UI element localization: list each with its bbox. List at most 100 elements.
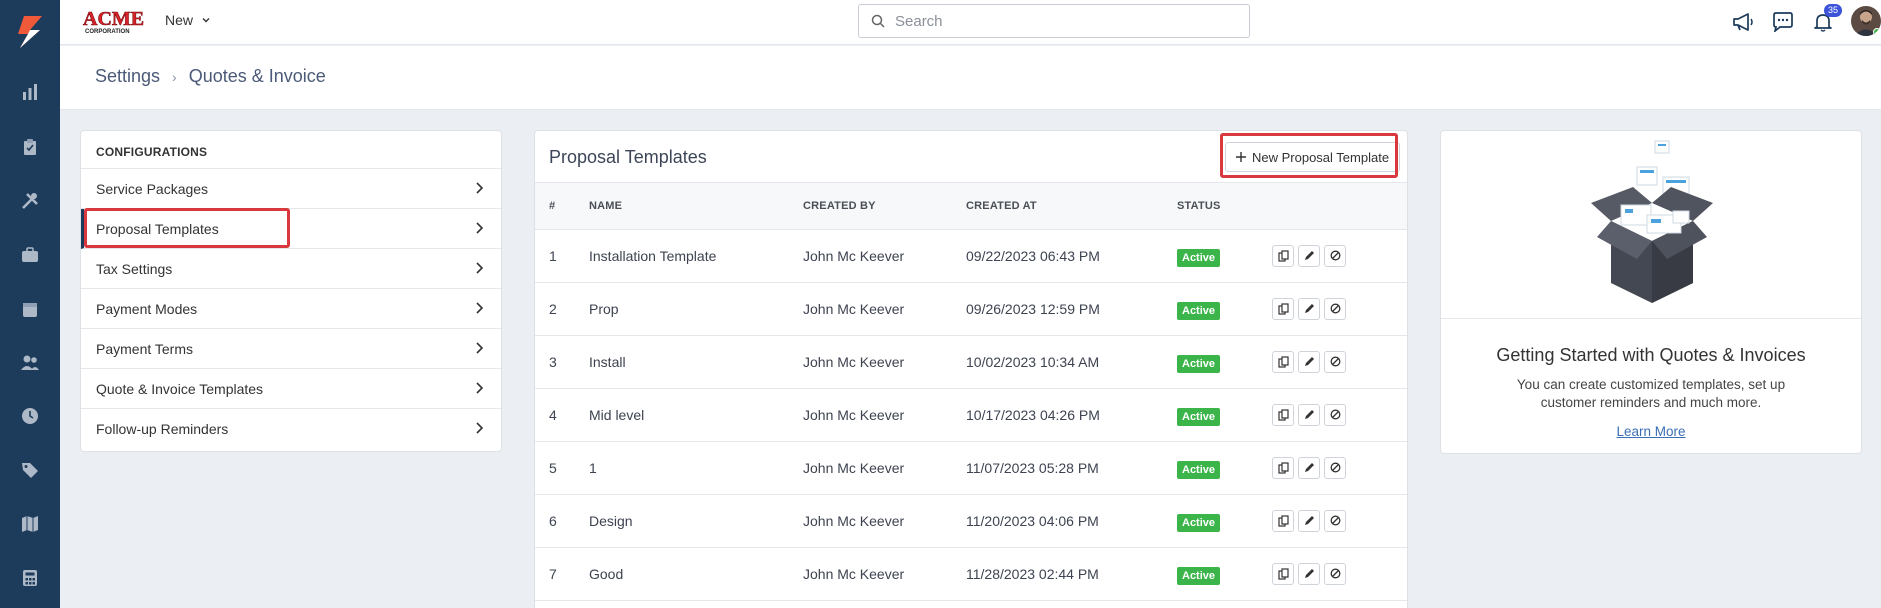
row-number: 3 [549, 353, 557, 370]
search-input[interactable] [895, 12, 1225, 30]
ban-icon [1330, 250, 1340, 261]
configurations-panel: CONFIGURATIONS Service Packages Proposal … [80, 130, 502, 452]
col-header-status[interactable]: STATUS [1177, 183, 1272, 229]
duplicate-button[interactable] [1272, 297, 1294, 320]
config-item-label: Payment Modes [96, 300, 198, 317]
pencil-icon [1304, 251, 1314, 260]
briefcase-icon[interactable] [18, 243, 42, 267]
col-header-name[interactable]: NAME [589, 183, 803, 229]
getting-started-title: Getting Started with Quotes & Invoices [1496, 345, 1806, 365]
config-item-tax-settings[interactable]: Tax Settings [81, 249, 501, 289]
tag-icon[interactable] [18, 458, 42, 482]
config-item-label: Proposal Templates [96, 220, 219, 237]
configurations-heading: CONFIGURATIONS [81, 131, 501, 169]
dashboard-chart-icon[interactable] [18, 80, 42, 104]
duplicate-button[interactable] [1272, 403, 1294, 426]
edit-button[interactable] [1298, 456, 1320, 479]
config-item-label: Quote & Invoice Templates [96, 380, 264, 397]
calendar-icon[interactable] [18, 297, 42, 321]
breadcrumb: Settings › Quotes & Invoice [95, 66, 326, 87]
pencil-icon [1304, 304, 1314, 313]
map-icon[interactable] [18, 512, 42, 536]
template-name[interactable]: Prop [589, 282, 803, 335]
getting-started-description: You can create customized templates, set… [1516, 377, 1786, 410]
template-name[interactable]: Good [589, 547, 803, 600]
clipboard-check-icon[interactable] [18, 135, 42, 159]
created-at: 11/28/2023 02:44 PM [966, 565, 1099, 582]
template-name[interactable]: 1 [589, 441, 803, 494]
megaphone-icon[interactable] [1730, 9, 1756, 35]
template-name[interactable]: Mid level [589, 388, 803, 441]
copy-icon [1277, 302, 1289, 315]
bell-icon[interactable]: 35 [1810, 4, 1842, 35]
configurations-list: Service Packages Proposal Templates Tax Se… [81, 169, 501, 449]
disable-button[interactable] [1324, 403, 1346, 426]
config-item-payment-modes[interactable]: Payment Modes [81, 289, 501, 329]
open-box-illustration [1441, 131, 1861, 319]
config-item-quote-invoice-templates[interactable]: Quote & Invoice Templates [81, 369, 501, 409]
col-header-created-at[interactable]: CREATED AT [966, 183, 1177, 229]
edit-button[interactable] [1298, 562, 1320, 585]
users-icon[interactable] [18, 350, 42, 374]
proposal-templates-panel: Proposal Templates New Proposal Template… [534, 130, 1408, 608]
table-row: 1 Installation Template John Mc Keever 09/2… [535, 229, 1407, 282]
templates-title: Proposal Templates [549, 147, 707, 167]
col-header-actions [1272, 183, 1407, 229]
disable-button[interactable] [1324, 509, 1346, 532]
duplicate-button[interactable] [1272, 456, 1294, 479]
page-title: Quotes & Invoice [188, 66, 326, 86]
template-name[interactable]: Install [589, 335, 803, 388]
config-item-label: Follow-up Reminders [96, 421, 229, 437]
copy-icon [1277, 567, 1289, 580]
chevron-right-icon [476, 422, 484, 434]
config-item-service-packages[interactable]: Service Packages [81, 169, 501, 209]
status-badge: Active [1177, 354, 1221, 373]
chevron-right-icon [476, 382, 484, 394]
breadcrumb-settings-link[interactable]: Settings [95, 66, 160, 87]
duplicate-button[interactable] [1272, 509, 1294, 532]
config-item-proposal-templates[interactable]: Proposal Templates [81, 209, 501, 249]
edit-button[interactable] [1298, 350, 1320, 373]
created-at: 09/22/2023 06:43 PM [966, 247, 1100, 264]
row-number: 4 [549, 406, 557, 423]
disable-button[interactable] [1324, 562, 1346, 585]
app-logo-icon[interactable] [10, 12, 50, 52]
user-avatar[interactable] [1851, 6, 1881, 36]
disable-button[interactable] [1324, 456, 1346, 479]
created-by: John Mc Keever [803, 512, 905, 529]
edit-button[interactable] [1298, 297, 1320, 320]
chevron-right-icon [476, 342, 484, 354]
disable-button[interactable] [1324, 350, 1346, 373]
clock-icon[interactable] [18, 404, 42, 428]
templates-table-body: 1 Installation Template John Mc Keever 09/2… [535, 229, 1407, 600]
config-item-follow-up-reminders[interactable]: Follow-up Reminders [81, 409, 501, 449]
duplicate-button[interactable] [1272, 350, 1294, 373]
edit-button[interactable] [1298, 244, 1320, 267]
learn-more-link[interactable]: Learn More [1441, 424, 1861, 439]
new-proposal-template-button[interactable]: New Proposal Template [1225, 142, 1401, 172]
ban-icon [1330, 568, 1340, 579]
new-dropdown-button[interactable]: New [165, 12, 211, 28]
chat-icon[interactable] [1770, 9, 1796, 35]
new-label: New [165, 12, 194, 28]
edit-button[interactable] [1298, 509, 1320, 532]
search-box[interactable] [858, 4, 1250, 38]
config-item-payment-terms[interactable]: Payment Terms [81, 329, 501, 369]
duplicate-button[interactable] [1272, 562, 1294, 585]
tools-icon[interactable] [18, 189, 42, 213]
template-name[interactable]: Design [589, 494, 803, 547]
acme-logo[interactable]: ACME CORPORATION [82, 6, 144, 34]
edit-button[interactable] [1298, 403, 1320, 426]
breadcrumb-bar: Settings › Quotes & Invoice [60, 46, 1881, 110]
status-badge: Active [1177, 301, 1221, 320]
col-header-created-by[interactable]: CREATED BY [803, 183, 966, 229]
disable-button[interactable] [1324, 297, 1346, 320]
row-number: 2 [549, 300, 557, 317]
duplicate-button[interactable] [1272, 244, 1294, 267]
template-name[interactable]: Installation Template [589, 229, 803, 282]
chevron-right-icon [476, 302, 484, 314]
calculator-icon[interactable] [18, 566, 42, 590]
disable-button[interactable] [1324, 244, 1346, 267]
chevron-down-icon [202, 18, 210, 23]
copy-icon [1277, 408, 1289, 421]
